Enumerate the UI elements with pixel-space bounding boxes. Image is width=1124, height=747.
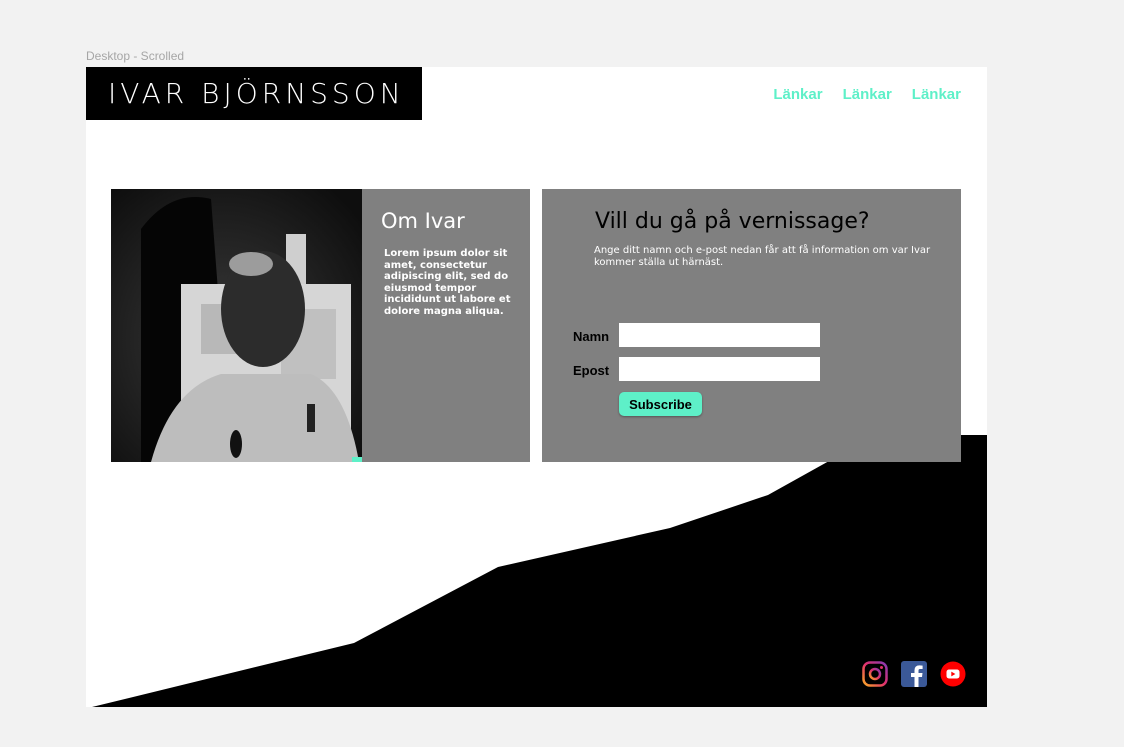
vernissage-description: Ange ditt namn och e-post nedan får att … (594, 245, 931, 268)
frame-label: Desktop - Scrolled (86, 49, 185, 63)
name-label: Namn (573, 329, 610, 344)
nav-link-3[interactable]: Länkar (912, 86, 961, 103)
nav-link-1[interactable]: Länkar (773, 86, 822, 103)
name-input[interactable] (619, 323, 820, 347)
site-logo[interactable]: IVAR BJÖRNSSON (86, 67, 422, 120)
facebook-icon[interactable] (901, 661, 927, 687)
email-input[interactable] (619, 357, 820, 381)
main-nav: Länkar Länkar Länkar (773, 86, 961, 103)
vernissage-title: Vill du gå på vernissage? (595, 209, 870, 234)
desktop-frame: IVAR BJÖRNSSON Länkar Länkar Länkar Om I… (86, 67, 987, 707)
vernissage-card: Vill du gå på vernissage? Ange ditt namn… (542, 189, 961, 462)
artist-photo (111, 189, 362, 462)
artist-photo-image (111, 189, 362, 462)
about-title: Om Ivar (381, 209, 465, 233)
about-text: Lorem ipsum dolor sit amet, consectetur … (384, 248, 511, 317)
nav-link-2[interactable]: Länkar (843, 86, 892, 103)
subscribe-button[interactable]: Subscribe (619, 392, 702, 416)
email-label: Epost (573, 363, 610, 378)
youtube-icon[interactable] (940, 661, 966, 687)
about-card: Om Ivar Lorem ipsum dolor sit amet, cons… (111, 189, 530, 462)
instagram-icon[interactable] (862, 661, 888, 687)
